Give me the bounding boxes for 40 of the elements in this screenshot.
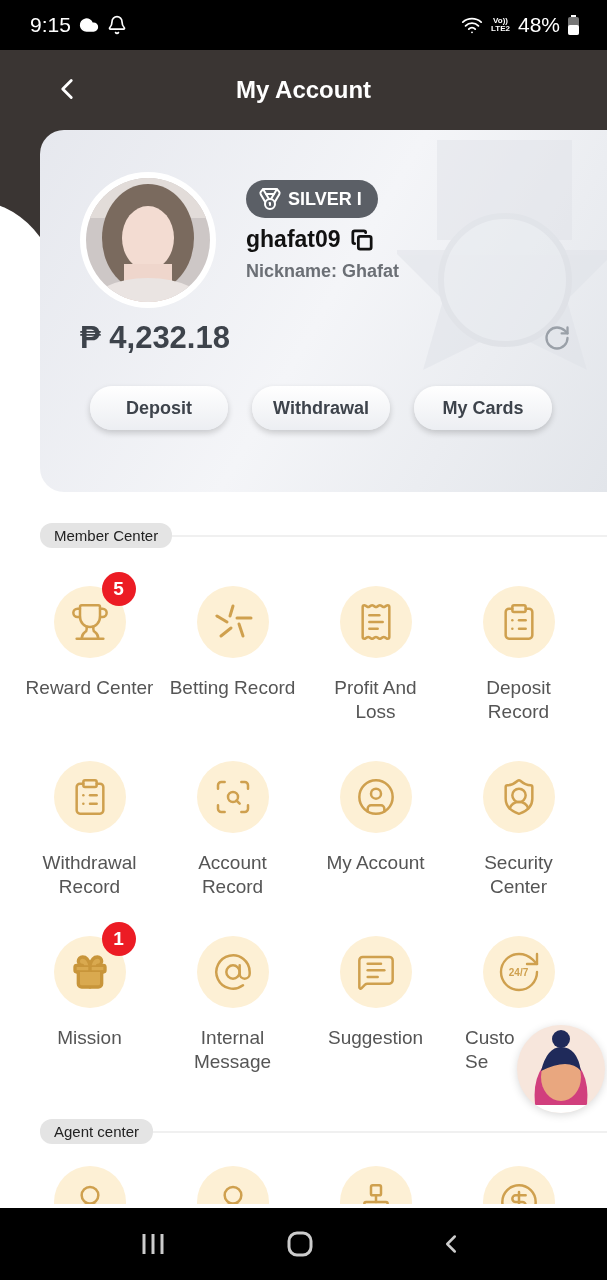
trophy-icon [69,602,110,642]
nickname: Nickname: Ghafat [246,261,400,282]
rank-label: SILVER I [288,188,362,210]
section-title: Member Center [40,523,173,548]
action-button[interactable]: Withdrawal [252,386,390,430]
menu-label[interactable]: Security Center [484,851,553,899]
menu-label[interactable]: Suggestion [327,1026,424,1050]
recent-apps-icon[interactable] [141,1232,166,1256]
menu-label[interactable]: Reward Center [25,676,154,700]
icon-text: 24/7 [508,966,529,978]
bell-icon [106,15,127,35]
menu-label[interactable]: Withdrawal Record [42,851,137,899]
count-badge: 5 [101,572,136,606]
menu-label[interactable]: Betting Record [169,676,296,700]
at-icon [212,952,253,992]
battery-percent: 48% [517,13,560,37]
cloud-icon [78,15,99,35]
page-title: My Account [235,76,372,104]
refresh-icon[interactable] [543,324,571,352]
menu-label[interactable]: Custo Se [447,1026,515,1074]
menu-label[interactable]: Mission [57,1026,122,1050]
count-badge: 1 [101,922,136,956]
menu-label[interactable]: Deposit Record [486,676,551,724]
copy-icon[interactable] [350,228,373,251]
medal-icon [258,187,282,211]
menu-label[interactable]: My Account [326,851,425,875]
menu-label[interactable]: Internal Message [193,1026,272,1074]
user-icon [355,777,396,817]
balance-amount: ₱ 4,232.18 [80,320,230,356]
network-label: Vo)) LTE2 [491,17,510,33]
username: ghafat09 [246,226,341,253]
battery-icon [568,15,579,35]
support-avatar[interactable] [517,1025,605,1113]
home-icon[interactable] [287,1231,314,1257]
menu-label[interactable]: Profit And Loss [334,676,417,724]
section-title: Agent center [40,1119,154,1144]
action-button[interactable]: My Cards [414,386,552,430]
action-button[interactable]: Deposit [90,386,228,430]
clock-time: 9:15 [30,13,71,37]
menu-label[interactable]: Account Record [198,851,267,899]
